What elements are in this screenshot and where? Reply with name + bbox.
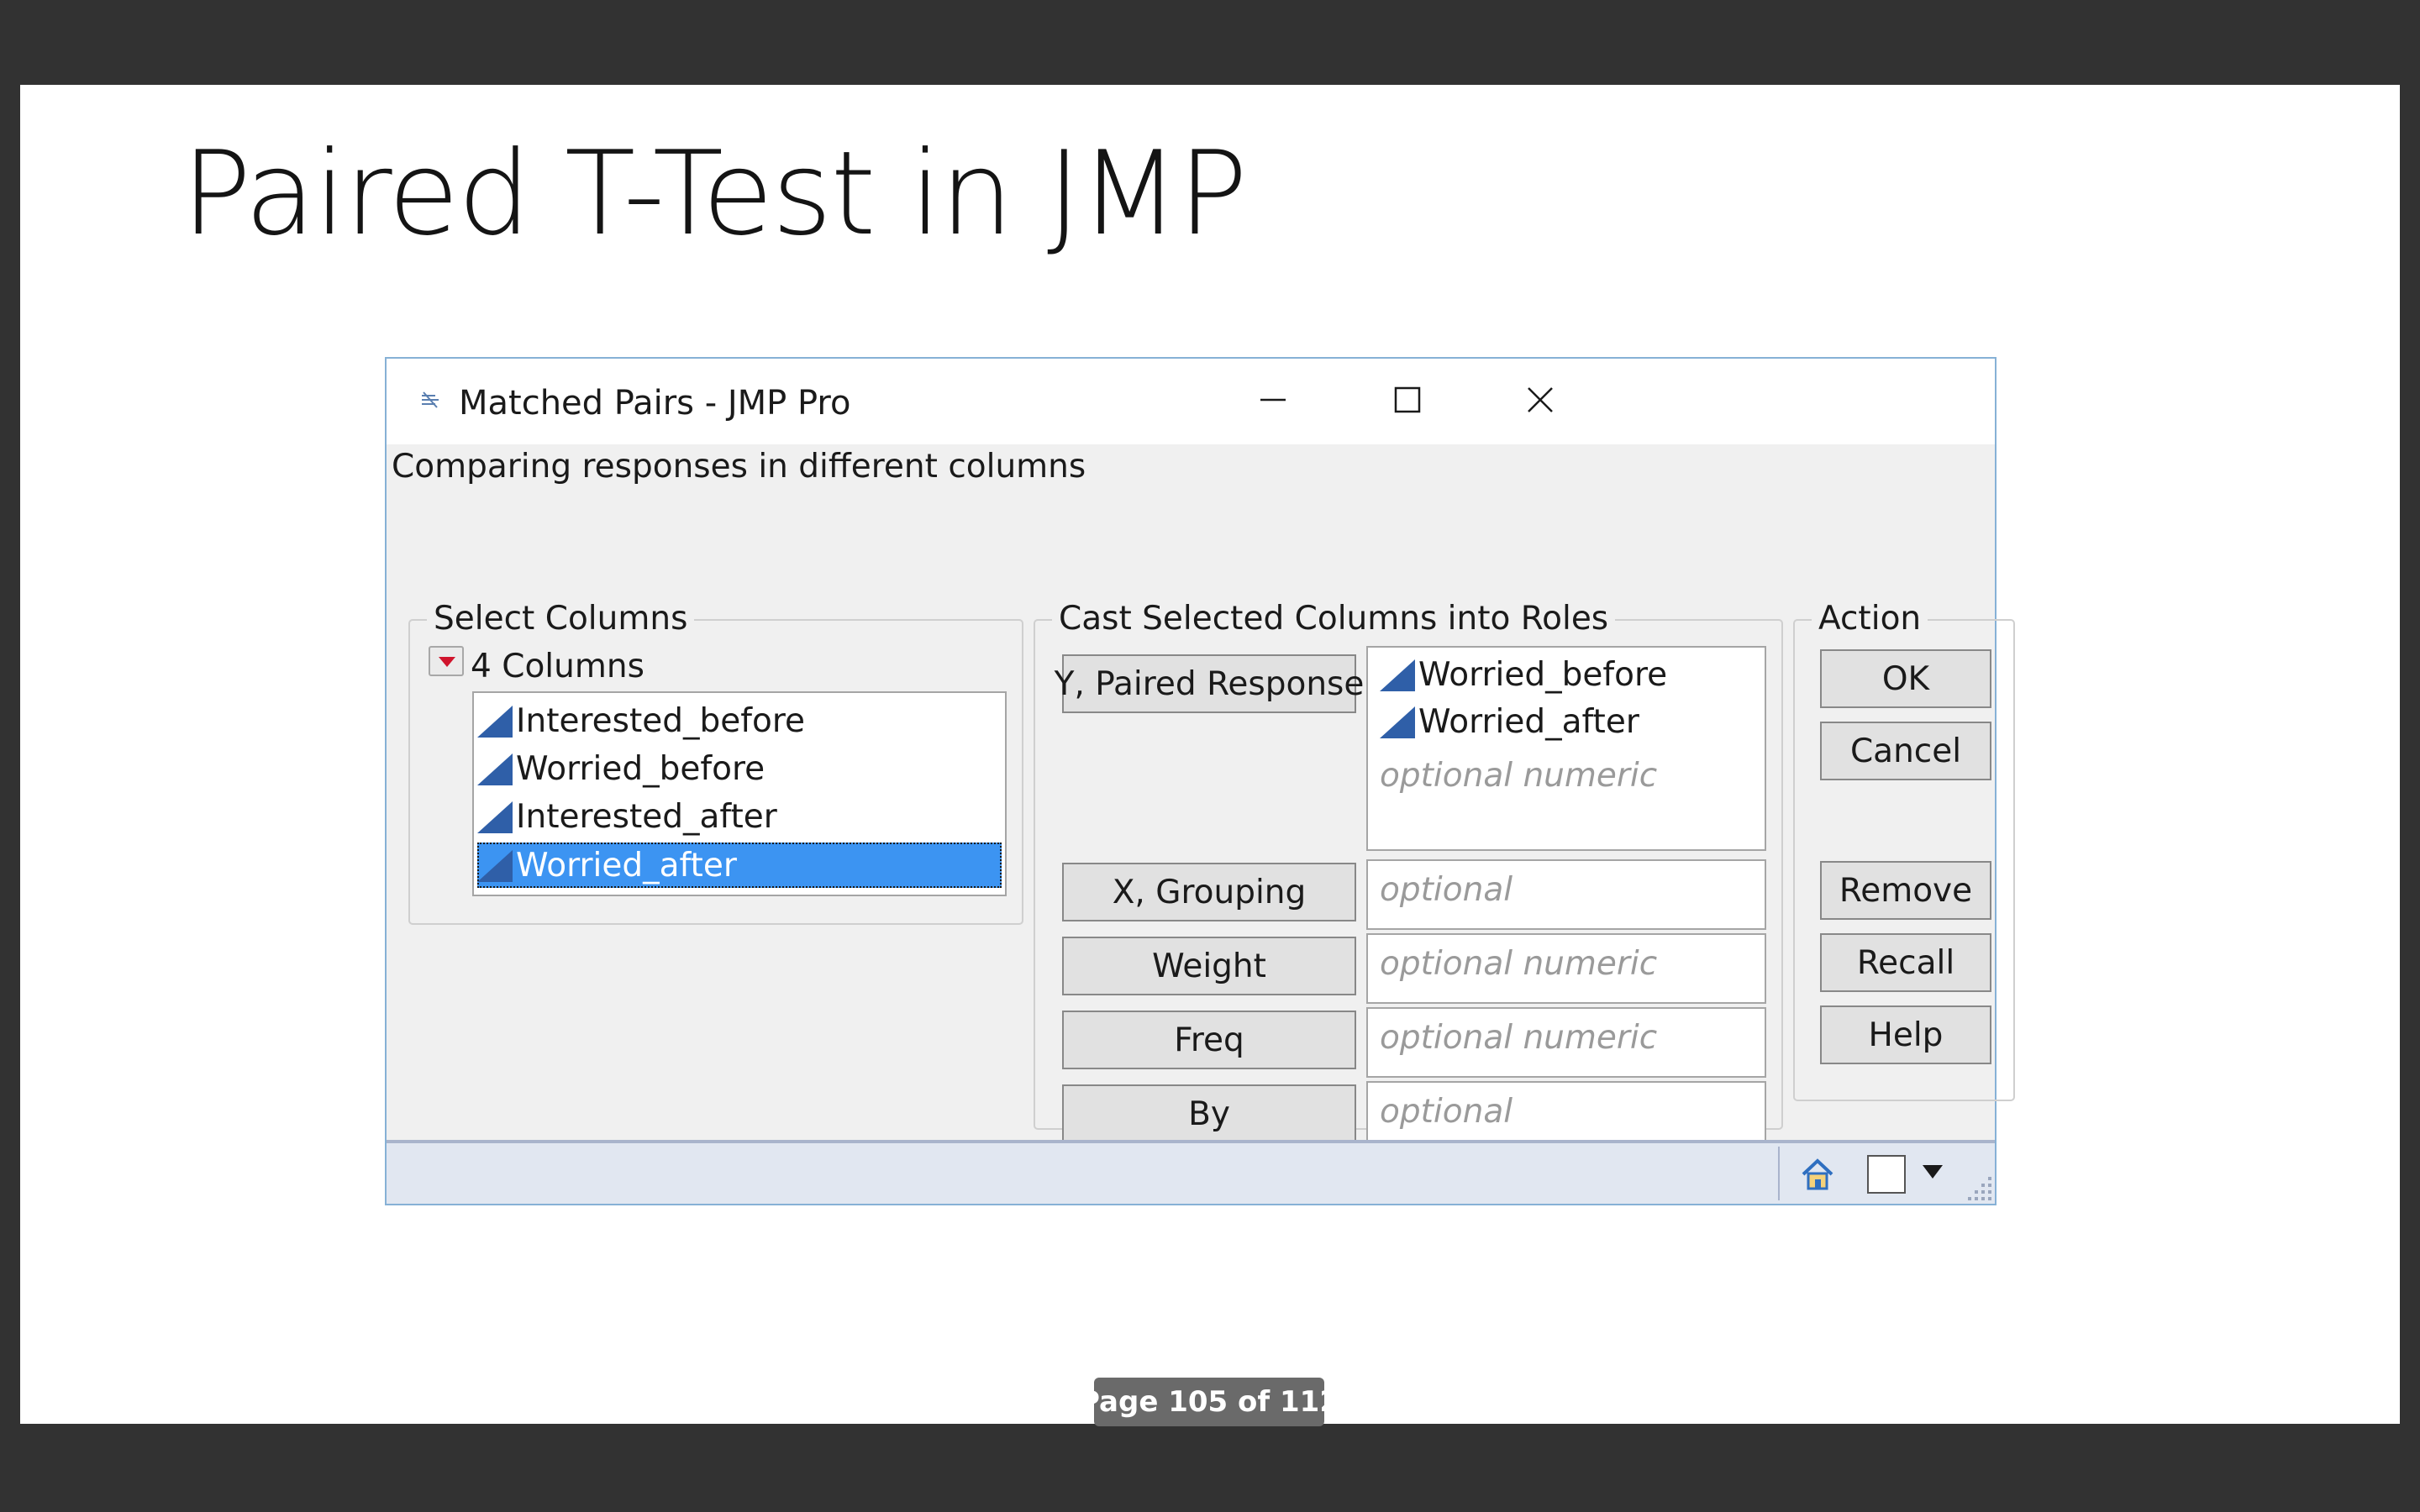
close-button[interactable] <box>1494 370 1586 429</box>
maximize-icon <box>1394 386 1421 413</box>
columns-menu-button[interactable] <box>429 646 464 676</box>
role-item[interactable]: Worried_before <box>1380 653 1667 696</box>
dropdown-arrow-icon[interactable] <box>1923 1165 1943 1179</box>
column-list[interactable]: Interested_before Worried_before Interes… <box>472 691 1007 896</box>
minimize-icon <box>1260 398 1286 402</box>
weight-role-box[interactable]: optional numeric <box>1366 933 1766 1004</box>
recall-button[interactable]: Recall <box>1820 933 1991 992</box>
status-separator <box>1778 1147 1780 1200</box>
matched-pairs-dialog: Matched Pairs - JMP Pro Comparing respon… <box>385 357 2015 1205</box>
title-bar[interactable]: Matched Pairs - JMP Pro <box>387 359 1995 444</box>
list-item-selected[interactable]: Worried_after <box>477 843 1002 888</box>
list-item[interactable]: Interested_before <box>477 698 1002 743</box>
continuous-column-icon <box>477 704 513 738</box>
x-placeholder: optional <box>1380 871 1513 909</box>
action-legend: Action <box>1812 599 1928 639</box>
window-title: Matched Pairs - JMP Pro <box>459 384 851 423</box>
close-icon <box>1528 387 1553 412</box>
minimize-button[interactable] <box>1227 370 1319 429</box>
continuous-column-icon <box>1380 658 1415 691</box>
select-columns-group: Select Columns 4 Columns Interested_befo… <box>408 599 1023 925</box>
status-bar <box>387 1140 1995 1204</box>
y-role-box[interactable]: Worried_before Worried_after optional nu… <box>1366 646 1766 851</box>
jmp-app-icon <box>422 391 439 408</box>
home-icon[interactable] <box>1797 1153 1839 1195</box>
list-item[interactable]: Worried_before <box>477 746 1002 791</box>
continuous-column-icon <box>477 752 513 785</box>
by-button[interactable]: By <box>1062 1084 1356 1143</box>
y-placeholder: optional numeric <box>1380 757 1658 795</box>
window-list-box[interactable] <box>1867 1155 1906 1194</box>
freq-button[interactable]: Freq <box>1062 1011 1356 1069</box>
x-grouping-button[interactable]: X, Grouping <box>1062 863 1356 921</box>
slide-title: Paired T-Test in JMP <box>182 126 1248 261</box>
weight-placeholder: optional numeric <box>1380 945 1658 983</box>
maximize-button[interactable] <box>1361 370 1454 429</box>
remove-button[interactable]: Remove <box>1820 861 1991 920</box>
role-item[interactable]: Worried_after <box>1380 700 1639 743</box>
freq-role-box[interactable]: optional numeric <box>1366 1007 1766 1078</box>
y-paired-response-button[interactable]: Y, Paired Response <box>1055 654 1364 713</box>
by-placeholder: optional <box>1380 1093 1513 1131</box>
freq-placeholder: optional numeric <box>1380 1019 1658 1057</box>
weight-button[interactable]: Weight <box>1062 937 1356 995</box>
action-group: Action OK Cancel Remove Recall Help <box>1793 599 2015 1101</box>
ok-button[interactable]: OK <box>1820 649 1991 708</box>
list-item[interactable]: Interested_after <box>477 794 1002 839</box>
dialog-description: Comparing responses in different columns <box>392 448 1086 486</box>
roles-legend: Cast Selected Columns into Roles <box>1052 599 1616 639</box>
x-role-box[interactable]: optional <box>1366 859 1766 930</box>
help-button[interactable]: Help <box>1820 1005 1991 1064</box>
continuous-column-icon <box>477 848 513 882</box>
page-indicator: Page 105 of 112 <box>1079 1378 1339 1426</box>
column-count: 4 Columns <box>471 648 644 685</box>
resize-grip-icon[interactable] <box>1961 1170 1995 1204</box>
roles-group: Cast Selected Columns into Roles Y, Pair… <box>1034 599 1783 1187</box>
continuous-column-icon <box>1380 705 1415 738</box>
select-columns-legend: Select Columns <box>427 599 695 639</box>
continuous-column-icon <box>477 800 513 833</box>
cancel-button[interactable]: Cancel <box>1820 722 1991 780</box>
